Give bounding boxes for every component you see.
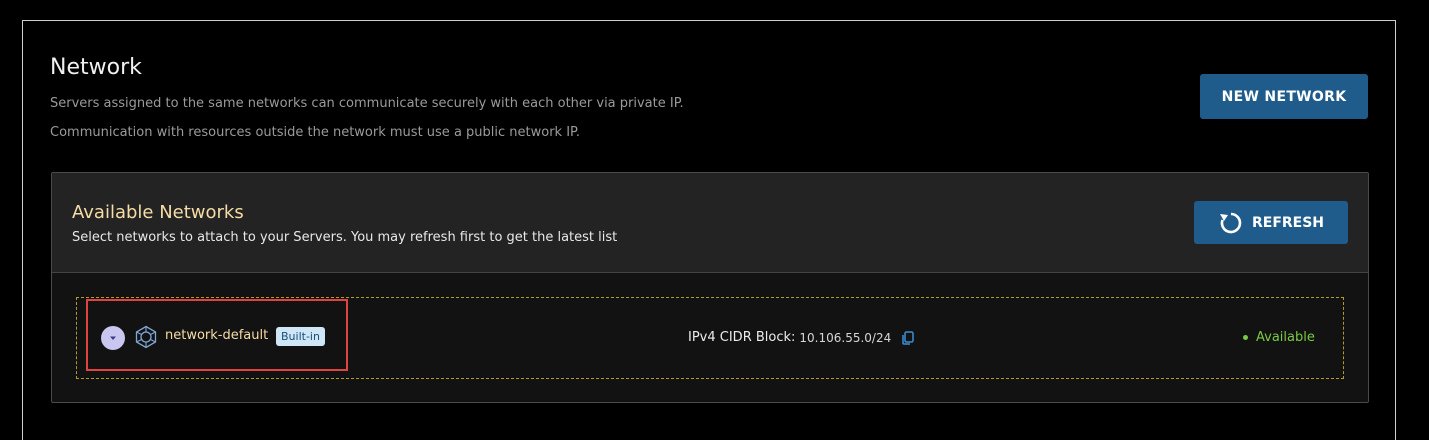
network-panel: Network Servers assigned to the same net… [22, 20, 1396, 440]
copy-icon[interactable] [901, 330, 915, 345]
expand-toggle[interactable] [101, 326, 125, 350]
status-indicator: Available [1243, 330, 1315, 345]
cidr-block: IPv4 CIDR Block: 10.106.55.0/24 [688, 330, 915, 345]
network-name[interactable]: network-default [165, 328, 268, 343]
refresh-button[interactable]: REFRESH [1194, 201, 1348, 244]
card-header: Available Networks Select networks to at… [52, 173, 1368, 273]
card-title: Available Networks [72, 202, 244, 223]
built-in-badge: Built-in [276, 327, 325, 346]
network-row[interactable]: network-default Built-in IPv4 CIDR Block… [76, 297, 1344, 379]
refresh-label: REFRESH [1251, 214, 1325, 231]
new-network-button[interactable]: NEW NETWORK [1200, 74, 1368, 119]
status-dot [1243, 335, 1248, 340]
available-networks-card: Available Networks Select networks to at… [51, 172, 1369, 403]
status-text: Available [1256, 330, 1315, 345]
network-icon [135, 325, 157, 349]
cidr-label: IPv4 CIDR Block: [688, 330, 796, 345]
chevron-down-icon [110, 336, 116, 340]
cidr-value: 10.106.55.0/24 [799, 330, 892, 345]
card-subtitle: Select networks to attach to your Server… [72, 230, 618, 245]
page-title: Network [50, 55, 142, 80]
description-line-1: Servers assigned to the same networks ca… [50, 96, 684, 111]
refresh-icon [1219, 212, 1242, 233]
description-line-2: Communication with resources outside the… [50, 125, 580, 140]
